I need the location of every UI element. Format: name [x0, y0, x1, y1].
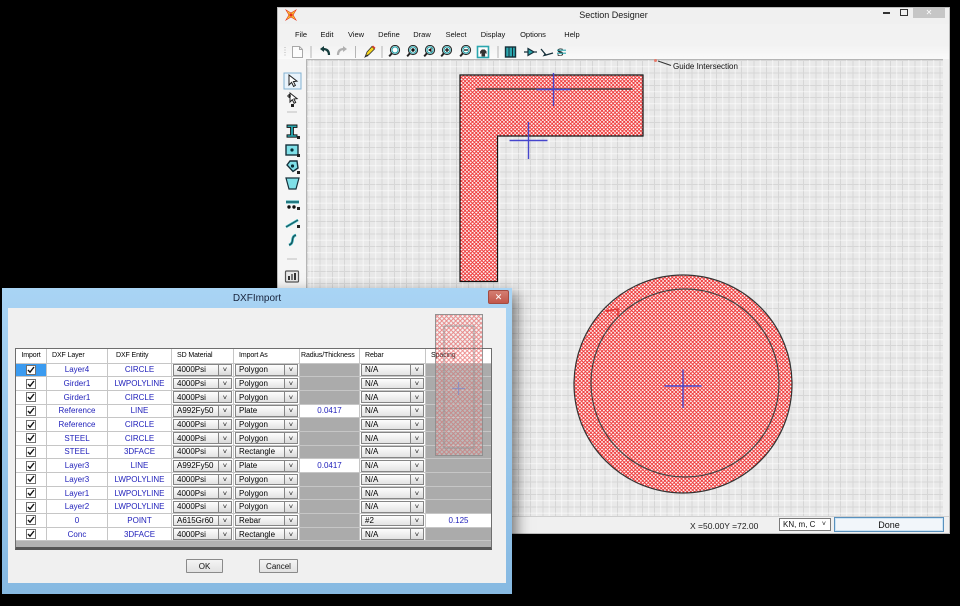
svg-text:S: S [557, 45, 564, 59]
svg-text:Guide Intersection: Guide Intersection [673, 62, 738, 71]
